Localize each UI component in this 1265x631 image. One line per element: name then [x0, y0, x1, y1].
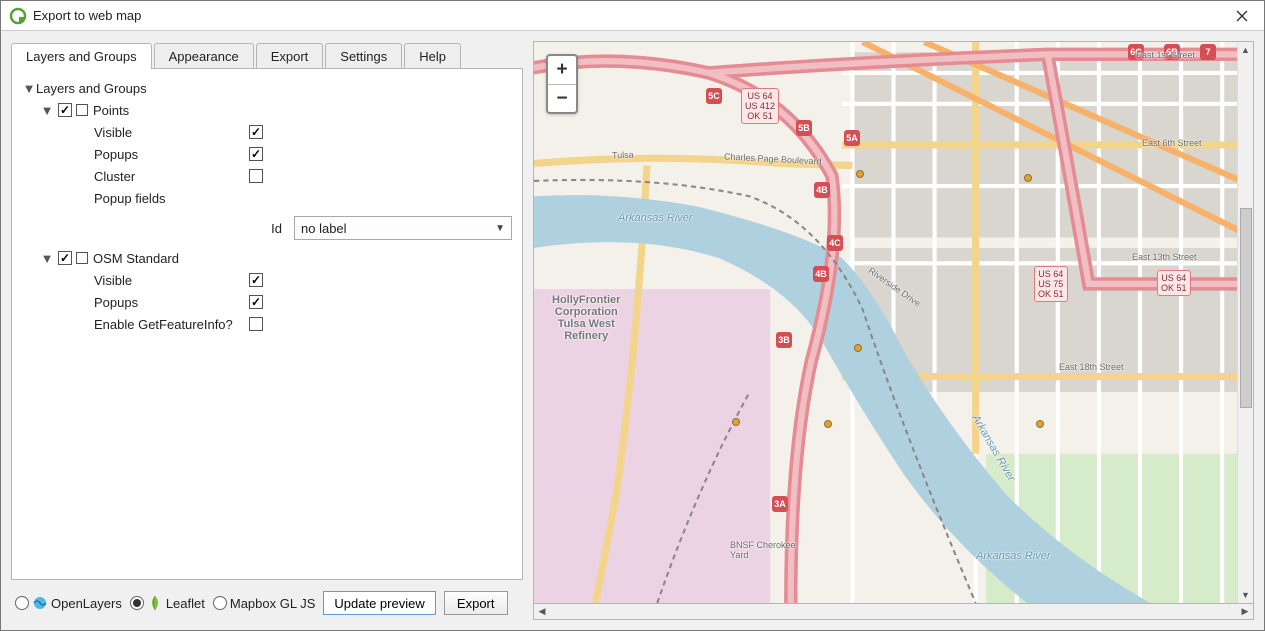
option-popups: Popups: [22, 291, 512, 313]
option-popup-fields: Popup fields: [22, 187, 512, 209]
right-pane: + − US 64 US 412 OK 51 US 64 US 75 OK 51 U…: [533, 41, 1254, 620]
scroll-thumb[interactable]: [1240, 208, 1252, 408]
tree-root[interactable]: ▼ Layers and Groups: [22, 77, 512, 99]
tab-help[interactable]: Help: [404, 43, 461, 69]
left-pane: Layers and Groups Appearance Export Sett…: [11, 41, 523, 620]
exit-badge: 3A: [772, 496, 788, 512]
map-vertical-scrollbar[interactable]: ▲ ▼: [1237, 42, 1253, 603]
tab-settings[interactable]: Settings: [325, 43, 402, 69]
map-label: East 18th Street: [1059, 362, 1124, 372]
radio-mapbox[interactable]: [213, 596, 227, 610]
lib-openlayers[interactable]: OpenLayers: [15, 595, 122, 611]
tree-root-label: Layers and Groups: [36, 81, 147, 96]
point-marker: [854, 344, 862, 352]
visible-checkbox[interactable]: [249, 125, 263, 139]
map-label: East 1st Street: [1136, 50, 1195, 60]
option-popups: Popups: [22, 143, 512, 165]
dialog-body: Layers and Groups Appearance Export Sett…: [1, 31, 1264, 630]
field-label: Id: [222, 221, 294, 236]
close-button[interactable]: [1228, 2, 1256, 30]
point-symbol-icon: [76, 104, 88, 116]
popup-field-row: Id no label ▼: [22, 213, 512, 243]
layer-row-points[interactable]: ▼ Points: [22, 99, 512, 121]
qgis-icon: [9, 7, 27, 25]
caret-down-icon[interactable]: ▼: [40, 103, 54, 118]
window-title: Export to web map: [33, 8, 1228, 23]
exit-badge: 3B: [776, 332, 792, 348]
point-marker: [824, 420, 832, 428]
scroll-up-icon[interactable]: ▲: [1238, 42, 1253, 58]
exit-badge: 4C: [827, 235, 843, 251]
combo-value: no label: [301, 221, 347, 236]
bottom-bar: OpenLayers Leaflet Mapbox GL JS Update p…: [11, 586, 523, 620]
exit-badge: 7: [1200, 44, 1216, 60]
point-marker: [732, 418, 740, 426]
lib-mapbox[interactable]: Mapbox GL JS: [213, 596, 316, 611]
export-to-web-map-window: Export to web map Layers and Groups Appe…: [0, 0, 1265, 631]
caret-down-icon[interactable]: ▼: [40, 251, 54, 266]
tab-layers-and-groups[interactable]: Layers and Groups: [11, 43, 152, 69]
scroll-right-icon[interactable]: ▶: [1237, 605, 1253, 619]
exit-badge: 5C: [706, 88, 722, 104]
tab-appearance[interactable]: Appearance: [154, 43, 254, 69]
lib-label: OpenLayers: [51, 596, 122, 611]
tab-export[interactable]: Export: [256, 43, 324, 69]
map-horizontal-scrollbar[interactable]: ◀ ▶: [533, 604, 1254, 620]
option-getfeatureinfo: Enable GetFeatureInfo?: [22, 313, 512, 335]
map-label: East 13th Street: [1132, 252, 1197, 262]
option-visible: Visible: [22, 121, 512, 143]
field-label-combo[interactable]: no label ▼: [294, 216, 512, 240]
popups-checkbox[interactable]: [249, 295, 263, 309]
openlayers-icon: [32, 595, 48, 611]
titlebar: Export to web map: [1, 1, 1264, 31]
option-visible: Visible: [22, 269, 512, 291]
zoom-in-button[interactable]: +: [548, 56, 576, 84]
map-label: Arkansas River: [618, 212, 693, 224]
update-preview-button[interactable]: Update preview: [323, 591, 435, 615]
map-label: East 6th Street: [1142, 138, 1202, 148]
cluster-checkbox[interactable]: [249, 169, 263, 183]
lib-leaflet[interactable]: Leaflet: [130, 595, 205, 611]
lib-label: Mapbox GL JS: [230, 596, 316, 611]
point-marker: [1024, 174, 1032, 182]
map-label: Tulsa: [612, 150, 634, 161]
map-canvas: [534, 42, 1253, 603]
layer-row-osm-standard[interactable]: ▼ OSM Standard: [22, 247, 512, 269]
radio-openlayers[interactable]: [15, 596, 29, 610]
export-button[interactable]: Export: [444, 591, 508, 615]
exit-badge: 5A: [844, 130, 860, 146]
point-marker: [1036, 420, 1044, 428]
layer-name: OSM Standard: [93, 251, 179, 266]
map-label: Arkansas River: [976, 550, 1051, 562]
layer-name: Points: [93, 103, 129, 118]
scroll-left-icon[interactable]: ◀: [534, 605, 550, 619]
leaflet-icon: [147, 595, 163, 611]
map-label: HollyFrontier Corporation Tulsa West Ref…: [552, 294, 620, 342]
highway-shield: US 64 OK 51: [1157, 270, 1191, 296]
raster-symbol-icon: [76, 252, 88, 264]
caret-down-icon[interactable]: ▼: [22, 81, 36, 96]
layers-tree-panel: ▼ Layers and Groups ▼ Points Visible Pop…: [11, 68, 523, 580]
getfeatureinfo-checkbox[interactable]: [249, 317, 263, 331]
exit-badge: 4B: [814, 182, 830, 198]
exit-badge: 4B: [813, 266, 829, 282]
highway-shield: US 64 US 412 OK 51: [741, 88, 779, 124]
lib-label: Leaflet: [166, 596, 205, 611]
option-cluster: Cluster: [22, 165, 512, 187]
layer-checkbox-points[interactable]: [58, 103, 72, 117]
map-label: BNSF Cherokee Yard: [730, 540, 796, 560]
layer-checkbox-osm[interactable]: [58, 251, 72, 265]
tab-bar: Layers and Groups Appearance Export Sett…: [11, 41, 523, 69]
point-marker: [856, 170, 864, 178]
scroll-down-icon[interactable]: ▼: [1238, 587, 1253, 603]
visible-checkbox[interactable]: [249, 273, 263, 287]
radio-leaflet[interactable]: [130, 596, 144, 610]
zoom-control: + −: [546, 54, 578, 114]
zoom-out-button[interactable]: −: [548, 84, 576, 112]
chevron-down-icon: ▼: [495, 223, 505, 234]
map-preview[interactable]: + − US 64 US 412 OK 51 US 64 US 75 OK 51 U…: [533, 41, 1254, 604]
exit-badge: 5B: [796, 120, 812, 136]
highway-shield: US 64 US 75 OK 51: [1034, 266, 1068, 302]
popups-checkbox[interactable]: [249, 147, 263, 161]
